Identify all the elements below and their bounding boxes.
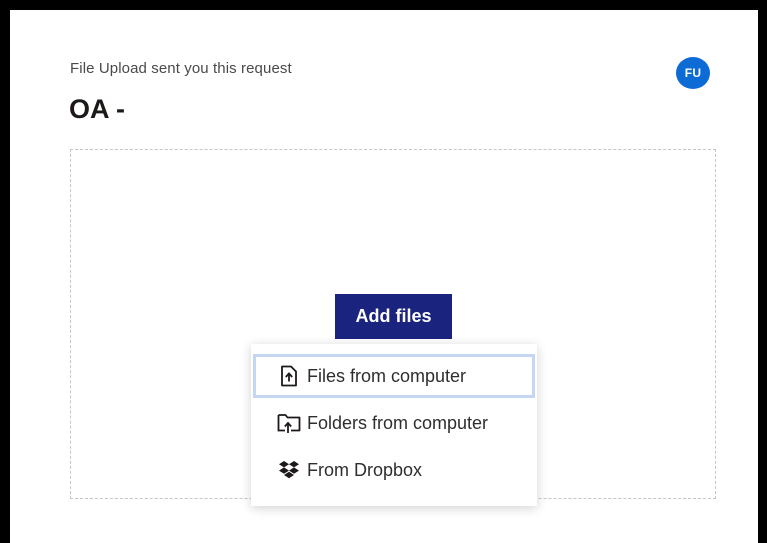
request-sender-text: File Upload sent you this request xyxy=(70,60,292,77)
page-title: OA - xyxy=(69,94,125,124)
dropbox-icon xyxy=(277,458,301,482)
menu-item-folders-from-computer[interactable]: Folders from computer xyxy=(253,401,535,445)
add-files-menu: Files from computer Folders from compute… xyxy=(251,344,537,506)
menu-item-label: Folders from computer xyxy=(307,412,489,433)
add-files-button[interactable]: Add files xyxy=(335,294,452,339)
folder-upload-icon xyxy=(277,411,301,435)
file-upload-icon xyxy=(277,364,301,388)
menu-item-label: Files from computer xyxy=(307,365,467,386)
menu-item-from-dropbox[interactable]: From Dropbox xyxy=(253,448,535,492)
menu-item-files-from-computer[interactable]: Files from computer xyxy=(253,354,535,398)
menu-item-label: From Dropbox xyxy=(307,459,423,480)
request-page: File Upload sent you this request OA - F… xyxy=(10,10,758,543)
avatar[interactable]: FU xyxy=(676,57,710,89)
